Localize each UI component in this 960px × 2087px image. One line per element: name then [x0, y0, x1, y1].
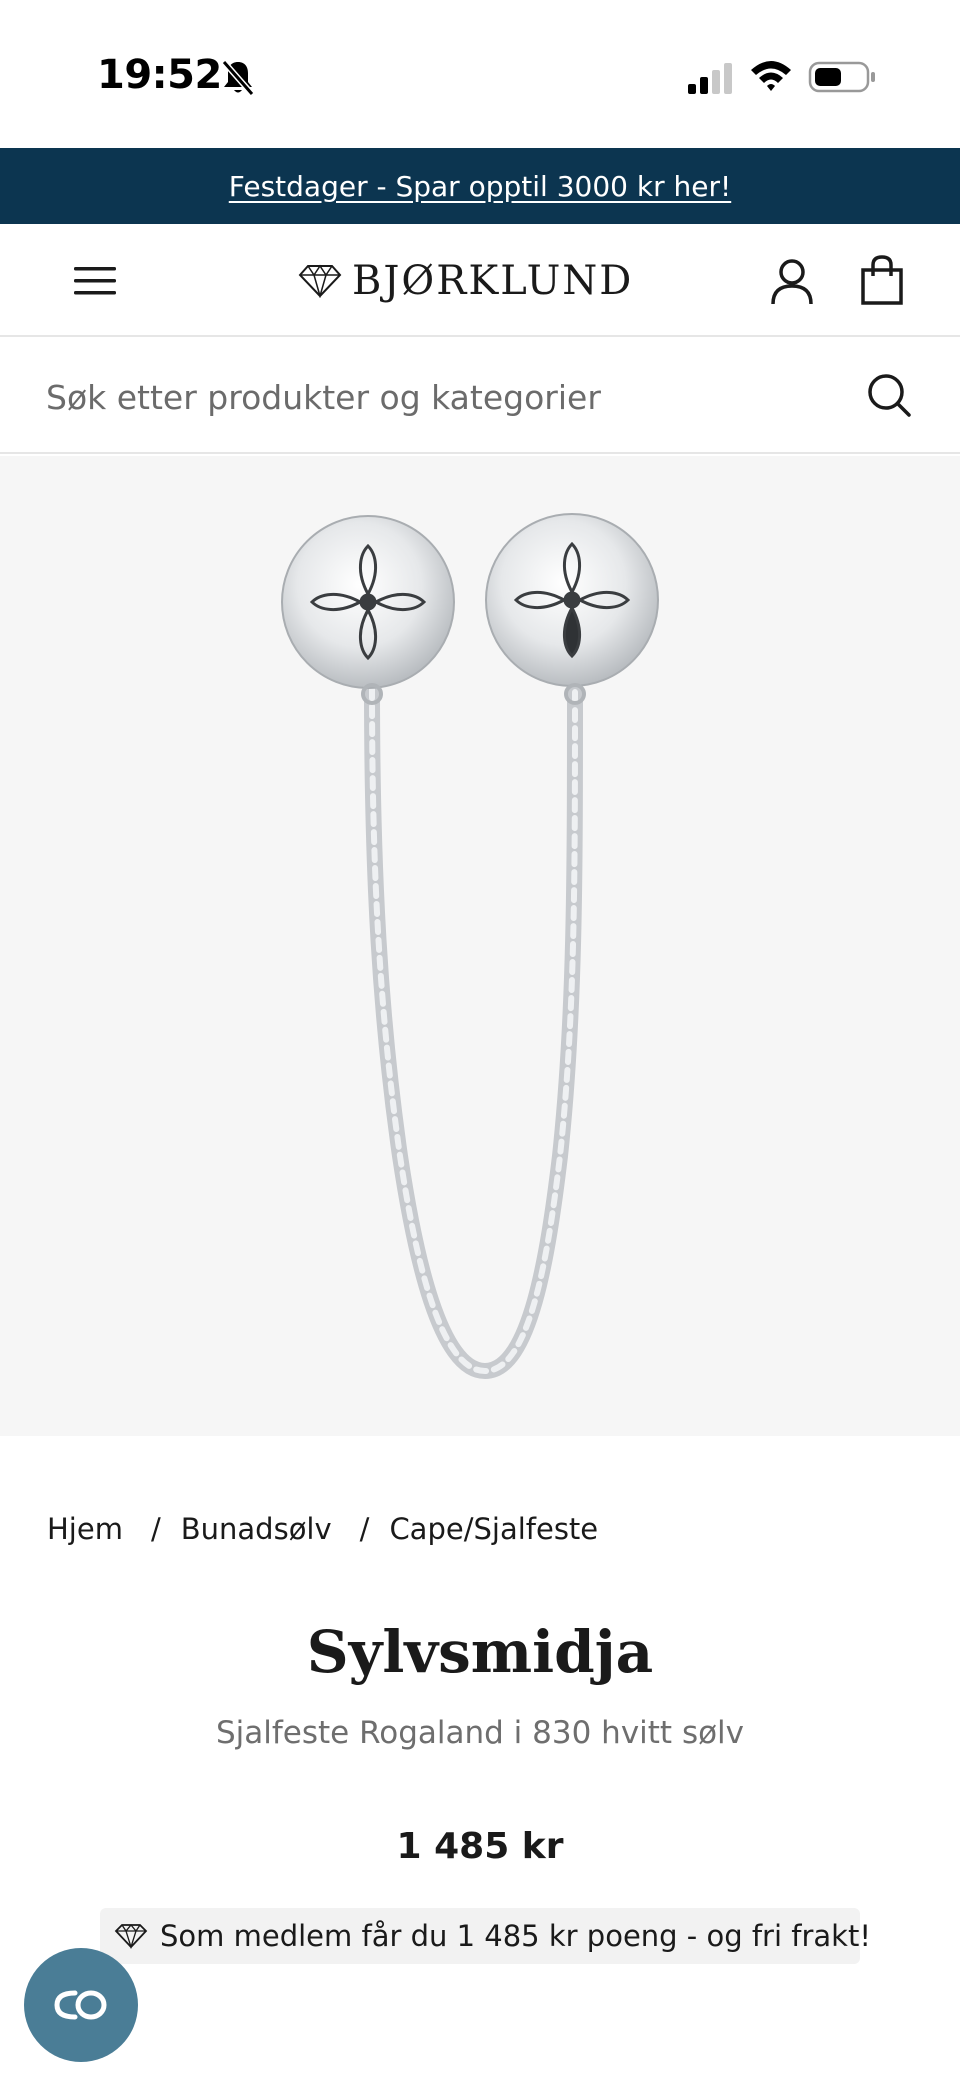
search-icon[interactable]: [866, 372, 912, 418]
status-time: 19:52: [97, 52, 222, 98]
bag-icon[interactable]: [860, 254, 904, 306]
breadcrumb-item-cape-sjalfeste[interactable]: Cape/Sjalfeste: [389, 1512, 598, 1546]
diamond-icon: [114, 1923, 148, 1949]
product-brand: Sylvsmidja: [306, 1618, 654, 1686]
chat-button[interactable]: [24, 1948, 138, 2062]
promo-banner: Festdager - Spar opptil 3000 kr her!: [0, 148, 960, 224]
member-note-text: Som medlem får du 1 485 kr poeng - og fr…: [160, 1919, 871, 1953]
site-header: BJØRKLUND: [0, 224, 960, 337]
wifi-icon: [751, 61, 791, 91]
product-name: Sjalfeste Rogaland i 830 hvitt sølv: [215, 1715, 745, 1751]
brand-logo[interactable]: BJØRKLUND: [298, 254, 633, 308]
promo-link[interactable]: Festdager - Spar opptil 3000 kr her!: [229, 170, 731, 203]
bell-off-icon: [221, 60, 255, 96]
signal-icon: [688, 63, 732, 94]
logo-text: BJØRKLUND: [352, 258, 634, 304]
breadcrumb: Hjem / Bunadsølv / Cape/Sjalfeste: [47, 1512, 598, 1546]
breadcrumb-item-bunadsolv[interactable]: Bunadsølv: [181, 1512, 332, 1546]
breadcrumb-separator: /: [359, 1512, 370, 1546]
search-input[interactable]: [46, 369, 846, 425]
member-benefit-note: Som medlem får du 1 485 kr poeng - og fr…: [100, 1908, 871, 1964]
product-price: 1 485 kr: [396, 1826, 564, 1867]
search-bar: [0, 339, 960, 454]
menu-icon[interactable]: [72, 264, 118, 298]
breadcrumb-separator: /: [150, 1512, 161, 1546]
shawl-brooch-illustration: [281, 513, 659, 1380]
product-image[interactable]: [0, 456, 960, 1436]
chat-co-icon: [54, 1990, 107, 2020]
battery-icon: [808, 61, 875, 93]
breadcrumb-item-hjem[interactable]: Hjem: [47, 1512, 123, 1546]
status-bar: 19:52: [0, 0, 960, 148]
diamond-logo-icon: [298, 264, 342, 298]
account-icon[interactable]: [770, 258, 814, 306]
